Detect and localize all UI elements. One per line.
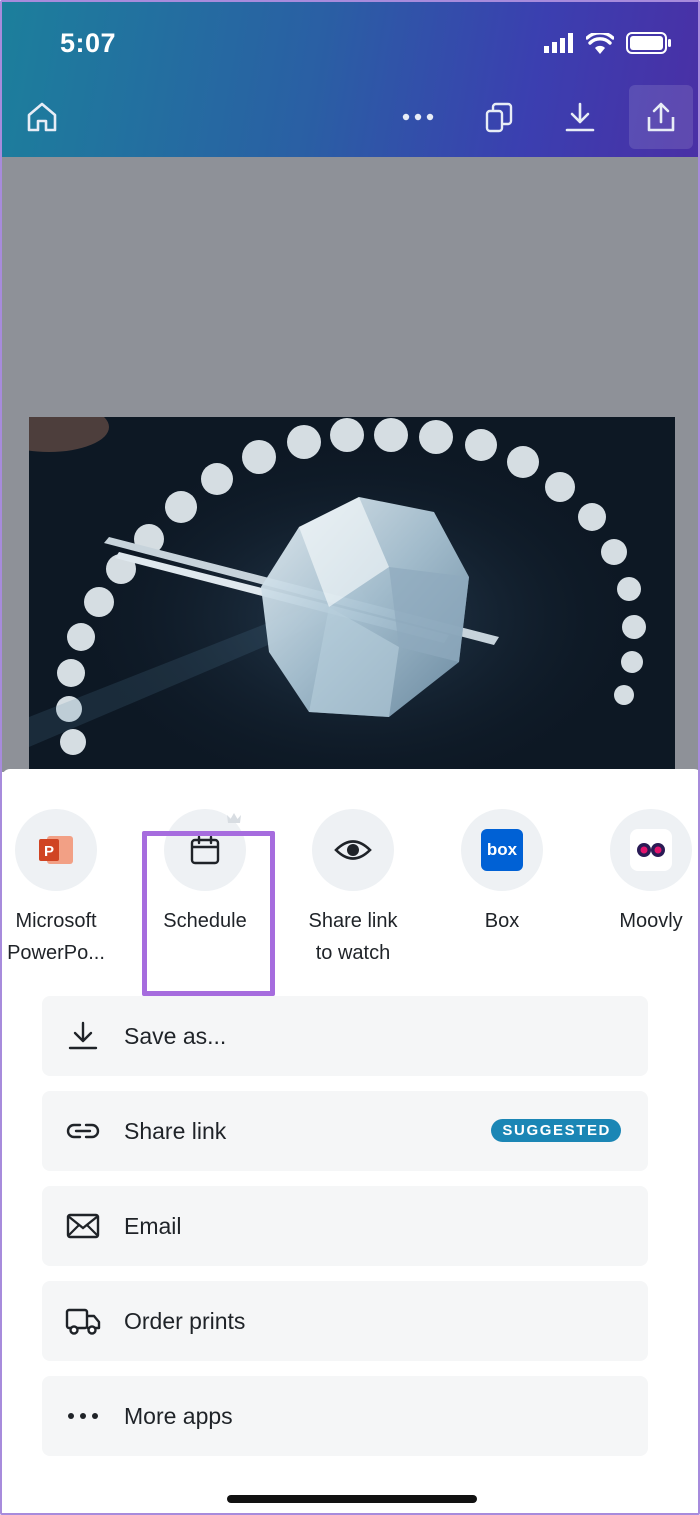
box-logo-icon: box <box>481 829 523 871</box>
share-sheet: P Microsoft PowerPo... Schedule Share li… <box>2 769 698 1513</box>
pages-button[interactable] <box>467 85 531 149</box>
email-label: Email <box>124 1212 182 1239</box>
share-actions-list: Save as... Share link SUGGESTED Email Or… <box>42 996 648 1471</box>
crown-icon <box>227 813 241 823</box>
app-label: Box <box>484 910 520 932</box>
signal-icon <box>544 33 573 53</box>
app-label: Share link to watch <box>283 905 423 969</box>
share-link-label: Share link <box>124 1117 227 1144</box>
diamond-photo <box>29 417 675 772</box>
powerpoint-icon: P <box>39 836 73 864</box>
design-canvas <box>2 157 698 772</box>
app-icon-circle <box>610 809 692 891</box>
status-time: 5:07 <box>60 28 117 58</box>
more-options-button[interactable] <box>386 85 450 149</box>
status-bar: 5:07 <box>2 2 698 82</box>
moovly-icon <box>630 829 672 871</box>
save-as-label: Save as... <box>124 1022 227 1049</box>
share-button[interactable] <box>629 85 693 149</box>
envelope-icon <box>66 1213 100 1239</box>
status-icons <box>544 32 672 54</box>
app-label: Moovly <box>619 910 683 932</box>
more-icon <box>68 1413 98 1419</box>
download-icon <box>68 1021 98 1050</box>
svg-text:P: P <box>44 843 54 860</box>
save-as-button[interactable]: Save as... <box>42 996 648 1076</box>
email-button[interactable]: Email <box>42 1186 648 1266</box>
order-prints-button[interactable]: Order prints <box>42 1281 648 1361</box>
share-icon <box>647 102 675 132</box>
app-icon-circle <box>312 809 394 891</box>
design-photo[interactable] <box>29 417 675 772</box>
app-label-line1: Share link <box>308 910 398 932</box>
suggested-badge: SUGGESTED <box>491 1119 621 1142</box>
home-button[interactable] <box>10 85 74 149</box>
share-apps-row: P Microsoft PowerPo... Schedule Share li… <box>2 809 698 1009</box>
app-powerpoint[interactable]: P Microsoft PowerPo... <box>2 809 126 969</box>
app-label-line2: to watch <box>315 942 391 964</box>
app-label-line2: PowerPo... <box>7 942 105 964</box>
app-icon-circle: box <box>461 809 543 891</box>
truck-icon <box>65 1308 101 1335</box>
schedule-highlight-box <box>142 831 275 996</box>
pages-icon <box>485 102 513 133</box>
app-share-link-to-watch[interactable]: Share link to watch <box>283 809 423 969</box>
app-icon-circle: P <box>15 809 97 891</box>
home-icon <box>27 102 57 132</box>
download-button[interactable] <box>548 85 612 149</box>
link-icon <box>66 1123 100 1139</box>
app-label: Microsoft PowerPo... <box>2 905 126 969</box>
header: 5:07 <box>2 2 698 157</box>
app-box[interactable]: box Box <box>432 809 572 937</box>
home-indicator[interactable] <box>227 1495 477 1503</box>
share-link-button[interactable]: Share link SUGGESTED <box>42 1091 648 1171</box>
battery-icon <box>626 32 671 54</box>
wifi-icon <box>586 32 614 54</box>
download-icon <box>565 102 595 132</box>
app-screen: 5:07 P Microsoft PowerPo... Schedule Sha… <box>0 0 700 1515</box>
eye-icon <box>334 840 372 860</box>
more-icon <box>402 113 434 121</box>
app-label-line1: Microsoft <box>15 910 97 932</box>
editor-toolbar <box>2 82 698 157</box>
more-apps-button[interactable]: More apps <box>42 1376 648 1456</box>
order-prints-label: Order prints <box>124 1307 246 1334</box>
more-apps-label: More apps <box>124 1402 233 1429</box>
app-moovly[interactable]: Moovly <box>581 809 698 937</box>
